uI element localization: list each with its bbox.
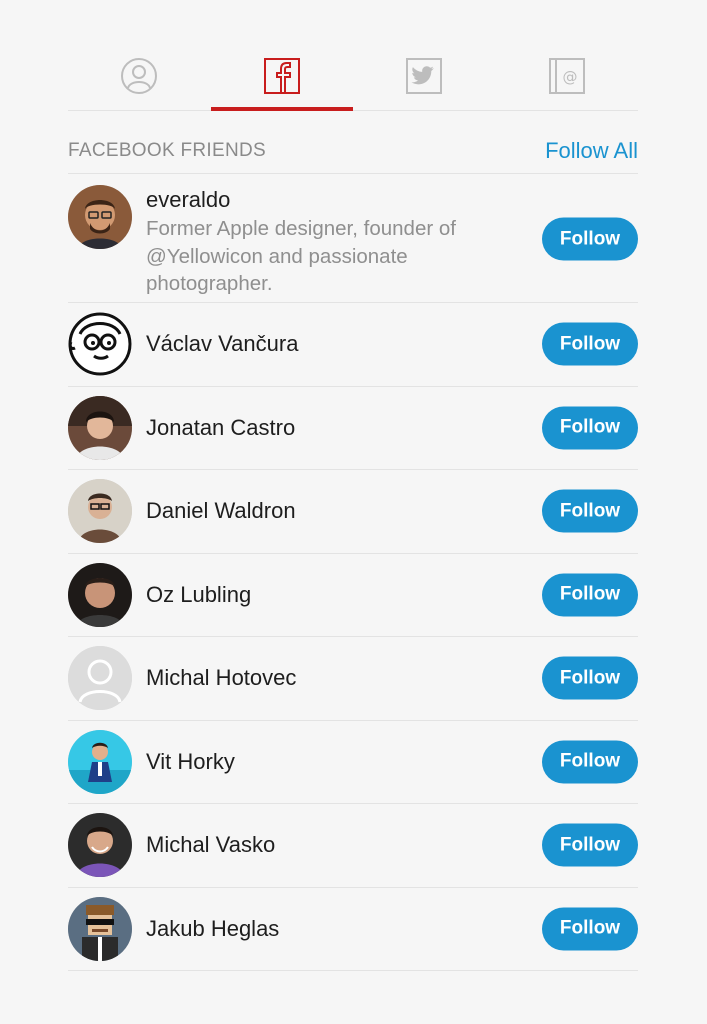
list-item: Václav Vančura Follow — [68, 303, 638, 387]
tab-facebook[interactable] — [210, 38, 353, 111]
list-item: Daniel Waldron Follow — [68, 470, 638, 554]
section-title: FACEBOOK FRIENDS — [68, 139, 267, 161]
list-item: Jonatan Castro Follow — [68, 387, 638, 470]
list-item: Vit Horky Follow — [68, 721, 638, 804]
follow-button[interactable]: Follow — [542, 823, 638, 867]
svg-text:@: @ — [562, 68, 577, 86]
social-tab-bar: @ — [68, 38, 638, 111]
follow-all-button[interactable]: Follow All — [545, 138, 638, 164]
follow-button[interactable]: Follow — [542, 907, 638, 951]
avatar — [68, 562, 132, 627]
avatar — [68, 646, 132, 711]
list-item: Michal Vasko Follow — [68, 804, 638, 888]
avatar — [68, 813, 132, 878]
avatar — [68, 185, 132, 249]
tab-email[interactable]: @ — [496, 38, 639, 110]
avatar — [68, 312, 132, 377]
follow-button[interactable]: Follow — [542, 322, 638, 366]
follow-button[interactable]: Follow — [542, 740, 638, 784]
friends-list: everaldo Former Apple designer, founder … — [68, 175, 638, 971]
friend-bio: Former Apple designer, founder of @Yello… — [146, 217, 456, 295]
list-item: Jakub Heglas Follow — [68, 888, 638, 971]
avatar — [68, 896, 132, 961]
email-icon: @ — [548, 57, 586, 95]
twitter-icon — [405, 57, 443, 95]
follow-button[interactable]: Follow — [542, 217, 638, 261]
person-icon — [120, 57, 158, 95]
avatar — [68, 395, 132, 460]
follow-button[interactable]: Follow — [542, 573, 638, 617]
friend-name: everaldo — [146, 187, 231, 212]
avatar — [68, 729, 132, 794]
list-item: Oz Lubling Follow — [68, 554, 638, 637]
facebook-icon — [263, 57, 301, 95]
tab-twitter[interactable] — [353, 38, 496, 110]
list-item: Michal Hotovec Follow — [68, 637, 638, 721]
list-item: everaldo Former Apple designer, founder … — [68, 175, 638, 303]
follow-button[interactable]: Follow — [542, 656, 638, 700]
follow-button[interactable]: Follow — [542, 406, 638, 450]
avatar — [68, 479, 132, 544]
active-tab-indicator — [210, 107, 353, 111]
follow-button[interactable]: Follow — [542, 489, 638, 533]
tab-contacts[interactable] — [68, 38, 211, 110]
section-header: FACEBOOK FRIENDS Follow All — [68, 128, 638, 174]
